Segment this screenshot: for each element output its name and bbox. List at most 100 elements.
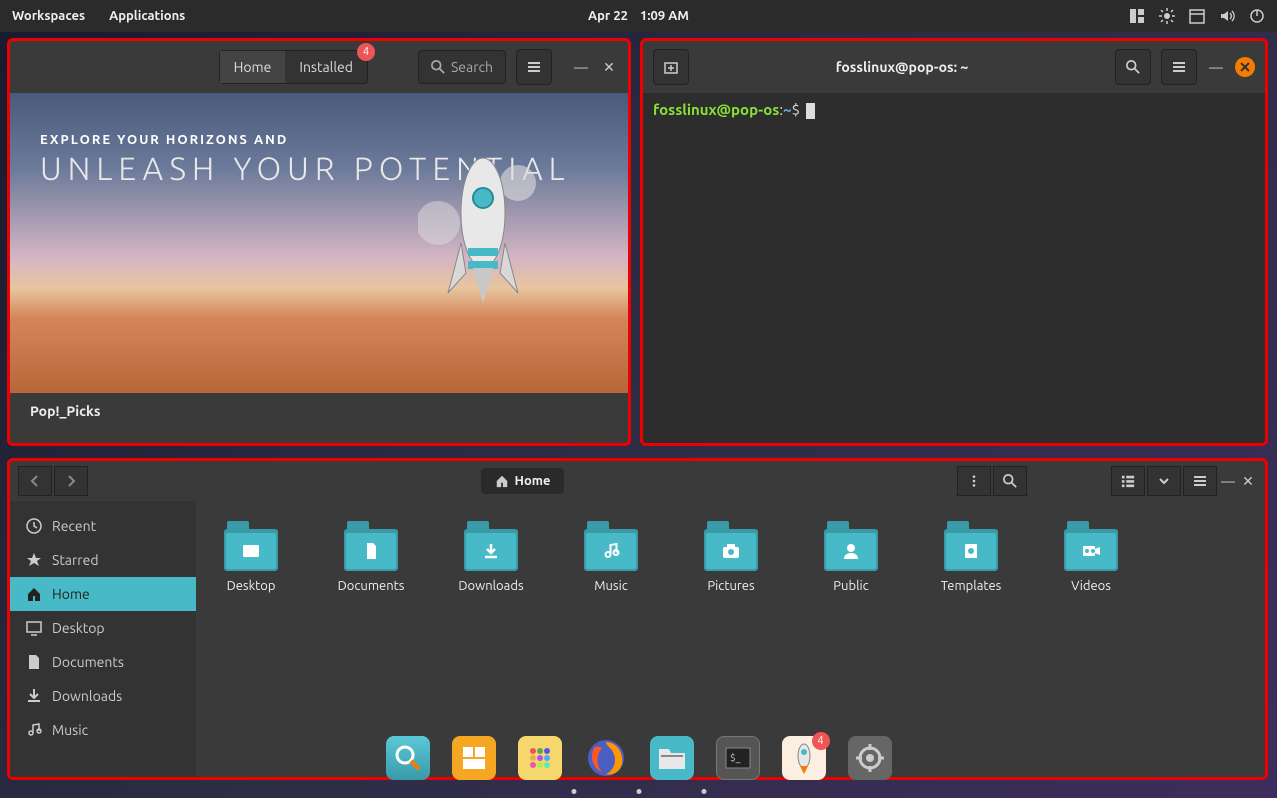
volume-icon[interactable] <box>1219 8 1235 24</box>
folder-videos[interactable]: Videos <box>1056 521 1126 593</box>
sidebar-item-starred[interactable]: Starred <box>10 543 196 577</box>
list-view-icon <box>1121 474 1135 488</box>
folder-label: Desktop <box>227 579 276 593</box>
gear-icon <box>856 744 884 772</box>
terminal-search-button[interactable] <box>1115 49 1151 85</box>
applications-button[interactable]: Applications <box>109 9 185 23</box>
path-segment-home[interactable]: Home <box>481 468 565 494</box>
calendar-icon[interactable] <box>1189 8 1205 24</box>
folder-label: Documents <box>338 579 405 593</box>
folder-icon <box>224 521 278 571</box>
files-search-button[interactable] <box>993 466 1027 496</box>
dock-badge: 4 <box>812 732 830 750</box>
hamburger-menu[interactable] <box>516 49 552 85</box>
sidebar-item-desktop[interactable]: Desktop <box>10 611 196 645</box>
folder-pictures[interactable]: Pictures <box>696 521 766 593</box>
new-tab-button[interactable] <box>653 49 689 85</box>
folder-label: Music <box>594 579 628 593</box>
folder-icon <box>944 521 998 571</box>
folder-label: Downloads <box>458 579 523 593</box>
sidebar-item-documents[interactable]: Documents <box>10 645 196 679</box>
rocket-illustration <box>418 153 548 373</box>
forward-button[interactable] <box>54 466 88 496</box>
sidebar-item-recent[interactable]: Recent <box>10 509 196 543</box>
search-icon <box>1003 474 1017 488</box>
popshop-hero[interactable]: EXPLORE YOUR HORIZONS AND UNLEASH YOUR P… <box>10 93 628 393</box>
dock: $_ 4 <box>386 736 892 780</box>
terminal-prompt: $ <box>792 101 800 118</box>
folder-icon <box>704 521 758 571</box>
pathbar: Home <box>100 468 945 494</box>
dock-workspaces[interactable] <box>452 736 496 780</box>
close-button[interactable] <box>1235 57 1255 77</box>
folder-desktop[interactable]: Desktop <box>216 521 286 593</box>
workspace-dot[interactable] <box>571 789 576 794</box>
tab-installed[interactable]: Installed <box>285 51 367 83</box>
folder-icon <box>584 521 638 571</box>
terminal-user: fosslinux@pop-os <box>653 101 779 118</box>
sidebar-item-home[interactable]: Home <box>10 577 196 611</box>
dock-terminal[interactable]: $_ <box>716 736 760 780</box>
workspace-dot[interactable] <box>636 789 641 794</box>
search-label: Search <box>451 59 493 75</box>
updates-badge: 4 <box>357 43 375 61</box>
search-button[interactable]: Search <box>418 50 506 84</box>
dock-settings[interactable] <box>848 736 892 780</box>
popshop-headerbar: Home Installed 4 Search — ✕ <box>10 41 628 93</box>
tab-home[interactable]: Home <box>220 51 286 83</box>
sidebar-item-label: Desktop <box>52 620 105 636</box>
dock-search[interactable] <box>386 736 430 780</box>
minimize-button[interactable]: — <box>1207 58 1225 76</box>
folder-icon <box>657 745 687 771</box>
search-icon <box>431 60 445 74</box>
view-list-button[interactable] <box>1111 466 1145 496</box>
folder-icon <box>824 521 878 571</box>
topbar: Workspaces Applications Apr 22 1:09 AM <box>0 0 1277 32</box>
hamburger-icon <box>1171 59 1187 75</box>
terminal-body[interactable]: fosslinux@pop-os:~$ <box>643 93 1265 443</box>
minimize-button[interactable]: — <box>1219 472 1237 490</box>
folder-documents[interactable]: Documents <box>336 521 406 593</box>
dock-apps[interactable] <box>518 736 562 780</box>
tiling-icon[interactable] <box>1129 8 1145 24</box>
svg-text:$_: $_ <box>730 752 741 763</box>
terminal-menu-button[interactable] <box>1161 49 1197 85</box>
folder-label: Public <box>833 579 868 593</box>
close-icon <box>1240 62 1250 72</box>
sidebar-item-label: Downloads <box>52 688 122 704</box>
files-window: Home — ✕ Recent Starred Home Desktop Documen… <box>7 458 1268 780</box>
sidebar-item-label: Home <box>52 586 90 602</box>
back-button[interactable] <box>18 466 52 496</box>
close-button[interactable]: ✕ <box>1239 472 1257 490</box>
folder-downloads[interactable]: Downloads <box>456 521 526 593</box>
minimize-button[interactable]: — <box>572 58 590 76</box>
action-menu-button[interactable] <box>957 466 991 496</box>
hamburger-icon <box>526 59 542 75</box>
dock-firefox[interactable] <box>584 736 628 780</box>
files-headerbar: Home — ✕ <box>10 461 1265 501</box>
folder-public[interactable]: Public <box>816 521 886 593</box>
files-menu-button[interactable] <box>1183 466 1217 496</box>
folder-music[interactable]: Music <box>576 521 646 593</box>
close-button[interactable]: ✕ <box>600 58 618 76</box>
sidebar-item-label: Documents <box>52 654 124 670</box>
sidebar-item-downloads[interactable]: Downloads <box>10 679 196 713</box>
sidebar-item-music[interactable]: Music <box>10 713 196 747</box>
magnifier-icon <box>394 744 422 772</box>
dock-files[interactable] <box>650 736 694 780</box>
view-dropdown-button[interactable] <box>1147 466 1181 496</box>
power-icon[interactable] <box>1249 8 1265 24</box>
workspaces-button[interactable]: Workspaces <box>12 9 85 23</box>
files-sidebar: Recent Starred Home Desktop Documents Downloa… <box>10 501 196 777</box>
brightness-icon[interactable] <box>1159 8 1175 24</box>
workspace-dot[interactable] <box>701 789 706 794</box>
terminal-headerbar: fosslinux@pop-os: ~ — <box>643 41 1265 93</box>
popshop-tabs: Home Installed 4 <box>219 50 368 84</box>
folder-templates[interactable]: Templates <box>936 521 1006 593</box>
dock-popshop[interactable]: 4 <box>782 736 826 780</box>
folder-label: Videos <box>1071 579 1111 593</box>
sidebar-item-label: Starred <box>52 552 99 568</box>
folder-label: Pictures <box>707 579 754 593</box>
sidebar-item-label: Recent <box>52 518 96 534</box>
clock[interactable]: Apr 22 1:09 AM <box>588 9 689 23</box>
